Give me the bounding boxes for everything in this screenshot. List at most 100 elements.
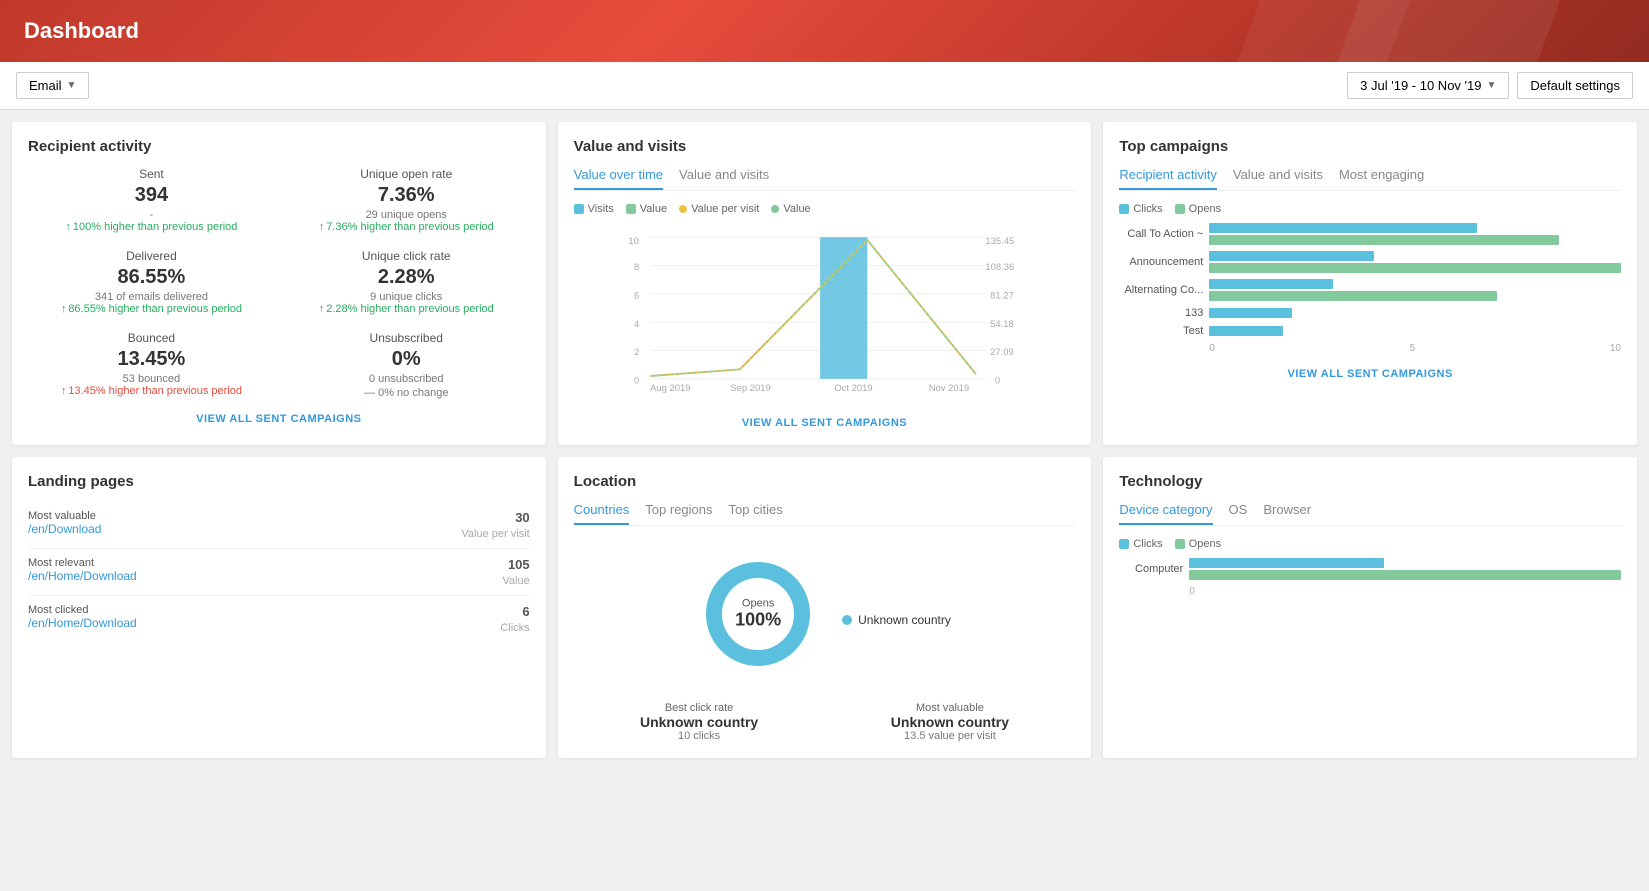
tab-value-over-time[interactable]: Value over time — [574, 167, 663, 190]
tab-os[interactable]: OS — [1229, 502, 1248, 525]
metric-sent-change: 100% higher than previous period — [28, 221, 275, 233]
legend-value2: Value — [771, 203, 810, 215]
settings-label: Default settings — [1530, 78, 1620, 93]
technology-tabs: Device category OS Browser — [1119, 502, 1621, 526]
tab-top-cities[interactable]: Top cities — [729, 502, 783, 525]
most-valuable-loc-name: Unknown country — [891, 714, 1009, 730]
visits-chart: 0 2 4 6 8 10 0 27.09 54.18 81.27 108.36 … — [574, 223, 1076, 403]
toolbar: Email ▼ 3 Jul '19 - 10 Nov '19 ▼ Default… — [0, 62, 1649, 110]
legend-value: Value — [626, 203, 667, 215]
lp-type-clicked: Most clicked — [28, 604, 137, 616]
default-settings-button[interactable]: Default settings — [1517, 72, 1633, 99]
svg-text:6: 6 — [634, 291, 639, 302]
tab-countries[interactable]: Countries — [574, 502, 630, 525]
campaign-opens-bar-alternating — [1209, 291, 1497, 301]
lp-item-clicked: Most clicked /en/Home/Download 6 Clicks — [28, 596, 530, 642]
tab-most-engaging[interactable]: Most engaging — [1339, 167, 1424, 190]
top-campaigns-view-all[interactable]: VIEW ALL SENT CAMPAIGNS — [1119, 368, 1621, 380]
recipient-view-all[interactable]: VIEW ALL SENT CAMPAIGNS — [28, 413, 530, 425]
lp-item-valuable: Most valuable /en/Download 30 Value per … — [28, 502, 530, 549]
best-click-rate-sub: 10 clicks — [640, 730, 758, 742]
location-tabs: Countries Top regions Top cities — [574, 502, 1076, 526]
best-click-rate: Best click rate Unknown country 10 click… — [640, 702, 758, 742]
email-dropdown[interactable]: Email ▼ — [16, 72, 89, 99]
metric-sent: Sent 394 - 100% higher than previous per… — [28, 167, 275, 233]
metric-sent-value: 394 — [28, 184, 275, 207]
tech-row-computer: Computer — [1119, 558, 1621, 580]
value2-legend-icon — [771, 205, 779, 213]
tech-clicks-bar-computer — [1189, 558, 1383, 568]
legend-clicks: Clicks — [1119, 203, 1162, 215]
value-visits-tabs: Value over time Value and visits — [574, 167, 1076, 191]
landing-pages-card: Landing pages Most valuable /en/Download… — [12, 457, 546, 758]
lp-link-relevant[interactable]: /en/Home/Download — [28, 569, 137, 583]
lp-type-valuable: Most valuable — [28, 510, 101, 522]
metric-open-rate-sub: 29 unique opens — [283, 209, 530, 221]
technology-title: Technology — [1119, 473, 1621, 490]
tab-value-and-visits[interactable]: Value and visits — [679, 167, 769, 190]
metric-unsubscribed-sub: 0 unsubscribed — [283, 373, 530, 385]
campaign-row-announcement: Announcement — [1119, 251, 1621, 273]
tab-device-category[interactable]: Device category — [1119, 502, 1212, 525]
svg-text:8: 8 — [634, 262, 639, 273]
recipient-activity-card: Recipient activity Sent 394 - 100% highe… — [12, 122, 546, 445]
tab-recipient-activity[interactable]: Recipient activity — [1119, 167, 1217, 190]
location-content: Opens 100% Unknown country Best click ra… — [574, 538, 1076, 742]
campaign-bars-alternating — [1209, 279, 1621, 301]
metric-sent-label: Sent — [28, 167, 275, 181]
lp-unit-clicked: Clicks — [500, 622, 529, 634]
campaign-name-alternating: Alternating Co... — [1119, 284, 1209, 296]
main-content: Recipient activity Sent 394 - 100% highe… — [0, 110, 1649, 770]
legend-visits: Visits — [574, 203, 614, 215]
lp-link-valuable[interactable]: /en/Download — [28, 522, 101, 536]
up-arrow-icon — [61, 303, 67, 315]
metric-click-rate-label: Unique click rate — [283, 249, 530, 263]
unknown-country-legend: Unknown country — [842, 613, 951, 627]
campaign-clicks-bar-test — [1209, 326, 1283, 336]
top-campaigns-card: Top campaigns Recipient activity Value a… — [1103, 122, 1637, 445]
most-valuable-loc-label: Most valuable — [891, 702, 1009, 714]
toolbar-left: Email ▼ — [16, 72, 89, 99]
metric-unsubscribed-label: Unsubscribed — [283, 331, 530, 345]
chart-svg: 0 2 4 6 8 10 0 27.09 54.18 81.27 108.36 … — [574, 223, 1076, 393]
metric-open-rate-label: Unique open rate — [283, 167, 530, 181]
location-card: Location Countries Top regions Top citie… — [558, 457, 1092, 758]
svg-text:27.09: 27.09 — [990, 347, 1014, 358]
page-title: Dashboard — [24, 18, 1625, 44]
most-valuable-loc-sub: 13.5 value per visit — [891, 730, 1009, 742]
campaign-bars-cta — [1209, 223, 1621, 245]
recipient-activity-title: Recipient activity — [28, 138, 530, 155]
tab-browser[interactable]: Browser — [1263, 502, 1311, 525]
svg-text:81.27: 81.27 — [990, 291, 1014, 302]
campaign-name-announcement: Announcement — [1119, 256, 1209, 268]
campaign-row-alternating: Alternating Co... — [1119, 279, 1621, 301]
campaign-bars-133 — [1209, 308, 1621, 318]
metric-click-rate: Unique click rate 2.28% 9 unique clicks … — [283, 249, 530, 315]
most-valuable-loc: Most valuable Unknown country 13.5 value… — [891, 702, 1009, 742]
tab-top-regions[interactable]: Top regions — [645, 502, 712, 525]
lp-link-clicked[interactable]: /en/Home/Download — [28, 616, 137, 630]
top-campaigns-legend: Clicks Opens — [1119, 203, 1621, 215]
donut-value: 100% — [735, 610, 781, 631]
opens-tech-legend-icon — [1175, 539, 1185, 549]
date-range-label: 3 Jul '19 - 10 Nov '19 — [1360, 78, 1481, 93]
clicks-legend-icon — [1119, 204, 1129, 214]
campaigns-bar-chart: Call To Action ~ Announcement Alternatin… — [1119, 223, 1621, 354]
lp-unit-relevant: Value — [502, 575, 529, 587]
campaign-bars-test — [1209, 326, 1621, 336]
up-arrow-icon — [319, 303, 325, 315]
campaign-name-133: 133 — [1119, 307, 1209, 319]
tab-value-visits-tc[interactable]: Value and visits — [1233, 167, 1323, 190]
value-visits-view-all[interactable]: VIEW ALL SENT CAMPAIGNS — [574, 417, 1076, 429]
svg-text:Aug 2019: Aug 2019 — [650, 383, 690, 393]
campaign-clicks-bar-announcement — [1209, 251, 1374, 261]
top-campaigns-title: Top campaigns — [1119, 138, 1621, 155]
location-stats: Best click rate Unknown country 10 click… — [574, 702, 1076, 742]
svg-text:0: 0 — [994, 376, 999, 387]
chart-legend: Visits Value Value per visit Value — [574, 203, 1076, 215]
campaign-name-cta: Call To Action ~ — [1119, 228, 1209, 240]
visits-legend-icon — [574, 204, 584, 214]
campaign-row-133: 133 — [1119, 307, 1621, 319]
metric-bounced: Bounced 13.45% 53 bounced 13.45% higher … — [28, 331, 275, 399]
date-range-dropdown[interactable]: 3 Jul '19 - 10 Nov '19 ▼ — [1347, 72, 1509, 99]
